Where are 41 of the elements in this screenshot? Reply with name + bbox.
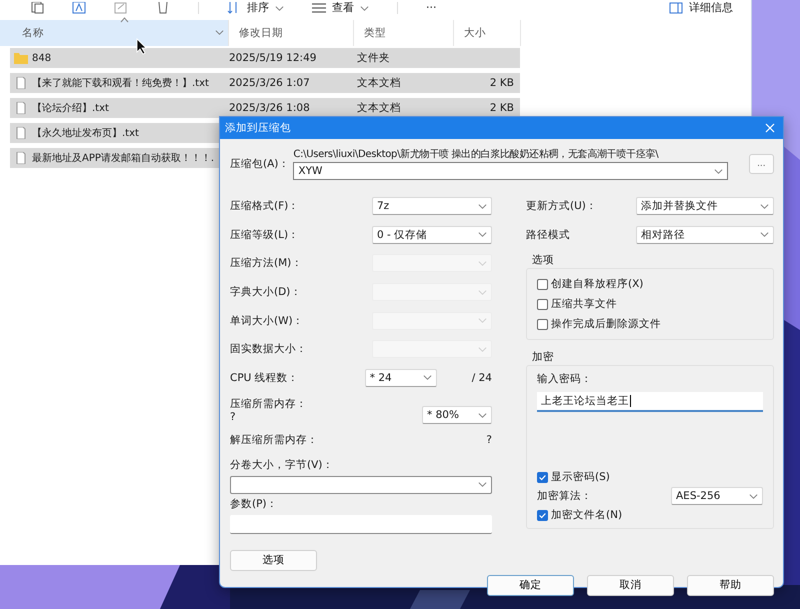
field-label: 加密算法： — [537, 489, 592, 504]
checkbox-label: 加密文件名(N) — [551, 508, 622, 522]
file-name: 【来了就能下载和观看！纯免费！】.txt — [32, 76, 209, 90]
field-label: 压缩格式(F)： — [230, 199, 300, 214]
checkbox-label: 压缩共享文件 — [551, 297, 617, 312]
field-label: 压缩方法(M)： — [230, 256, 302, 270]
field-label: 压缩等级(L)： — [230, 228, 300, 242]
field-label: 参数(P)： — [230, 496, 279, 511]
modified-date: 2025/3/26 1:08 — [229, 102, 310, 114]
field-label: 压缩所需内存： — [230, 398, 307, 412]
field-label: 分卷大小，字节(V)： — [230, 458, 334, 472]
memory-value: ? — [486, 434, 492, 446]
field-label: 字典大小(D)： — [230, 285, 302, 300]
checkbox-label: 创建自释放程序(X) — [551, 277, 644, 292]
file-type: 文件夹 — [357, 52, 390, 64]
field-label: 压缩包(A)： — [230, 157, 290, 172]
checkbox-label: 显示密码(S) — [551, 470, 610, 484]
file-name: 【论坛介绍】.txt — [32, 102, 109, 115]
file-name: 【永久地址发布页】.txt — [32, 126, 139, 140]
archive-path: C:\Users\liuxi\Desktop\新尤物干喷 操出的白浆比酸奶还粘稠，无套高潮干喷干痉挛\ — [293, 148, 660, 161]
checkbox-label: 操作完成后删除源文件 — [551, 317, 661, 332]
field-label: 输入密码： — [537, 372, 593, 386]
field-label: 固实数据大小： — [230, 342, 307, 356]
file-name: 848 — [32, 52, 52, 64]
memory-value: ? — [230, 411, 237, 424]
field-label: 解压缩所需内存： — [230, 433, 318, 448]
group-title: 加密 — [532, 350, 555, 364]
field-label: 更新方式(U)： — [526, 199, 597, 214]
modified-date: 2025/5/19 12:49 — [229, 52, 316, 64]
file-name: 最新地址及APP请发邮箱自动获取！！！. — [32, 152, 214, 165]
modified-date: 2025/3/26 1:07 — [229, 77, 310, 89]
window-title: 添加到压缩包 — [225, 121, 291, 135]
field-label: 单词大小(W)： — [230, 314, 304, 328]
field-label: 路径模式 — [526, 228, 570, 242]
thread-max: / 24 — [472, 372, 492, 384]
group-title: 选项 — [532, 253, 555, 268]
file-size: 2 KB — [490, 77, 514, 89]
file-size: 2 KB — [490, 102, 514, 114]
file-type: 文本文档 — [357, 102, 401, 114]
field-label: CPU 线程数： — [230, 370, 299, 385]
file-type: 文本文档 — [357, 77, 401, 89]
